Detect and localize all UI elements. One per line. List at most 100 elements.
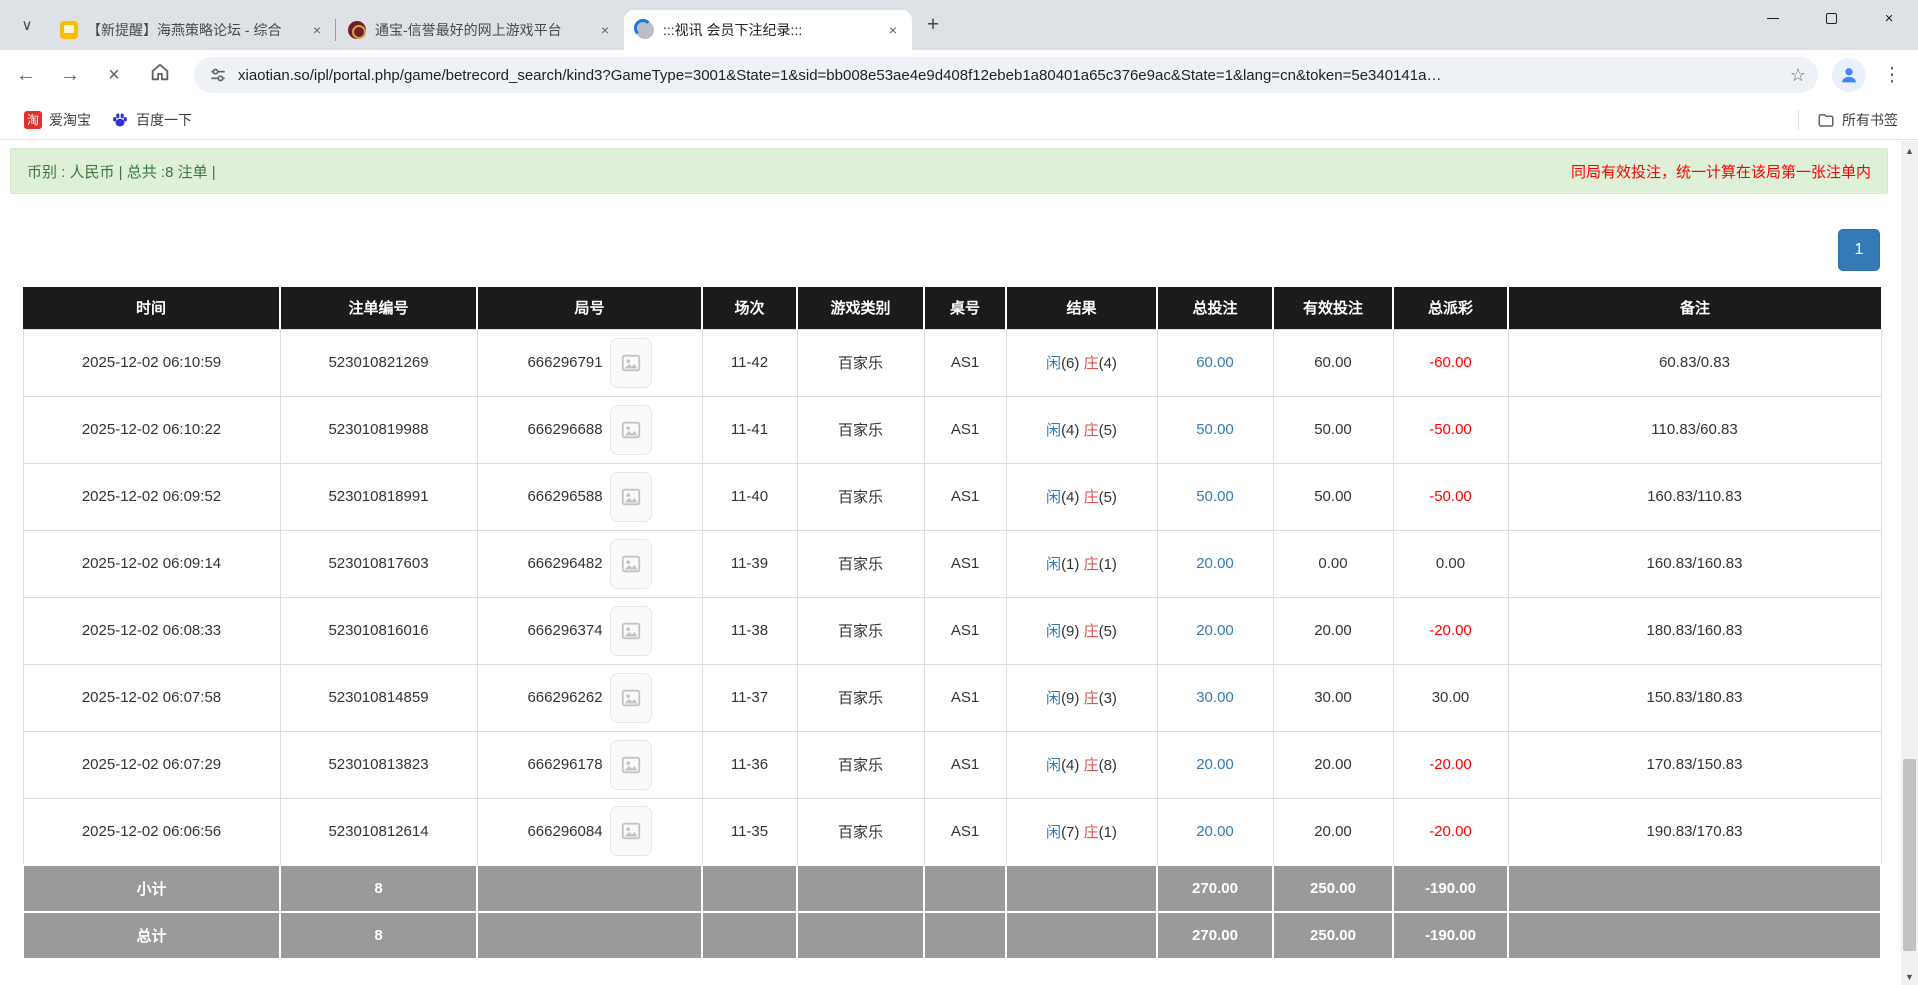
cell-time: 2025-12-02 06:09:52 xyxy=(23,463,280,530)
banker-result: 庄 xyxy=(1084,690,1099,707)
cell-total-bet[interactable]: 20.00 xyxy=(1157,731,1273,798)
back-button[interactable]: ← xyxy=(8,57,44,93)
tab-search-button[interactable]: ∨ xyxy=(12,10,42,40)
cell-result: 闲(6) 庄(4) xyxy=(1006,329,1157,396)
pagination-page-1-button[interactable]: 1 xyxy=(1838,229,1880,271)
cell-table-no: AS1 xyxy=(924,463,1006,530)
chevron-down-icon: ∨ xyxy=(22,17,33,34)
cell-round: 666296588 xyxy=(477,463,702,530)
cell-time: 2025-12-02 06:07:58 xyxy=(23,664,280,731)
cell-result: 闲(4) 庄(5) xyxy=(1006,396,1157,463)
cell-valid-bet: 20.00 xyxy=(1273,597,1393,664)
cell-total-bet[interactable]: 20.00 xyxy=(1157,530,1273,597)
close-icon[interactable]: × xyxy=(596,21,614,39)
page-scrollbar[interactable]: ▲ ▼ xyxy=(1901,141,1918,985)
url-text[interactable]: xiaotian.so/ipl/portal.php/game/betrecor… xyxy=(238,67,1782,84)
cell-note: 160.83/160.83 xyxy=(1508,530,1881,597)
table-row: 2025-12-02 06:07:58523010814859666296262… xyxy=(23,664,1881,731)
table-row: 2025-12-02 06:10:22523010819988 666296688… xyxy=(23,396,1881,463)
round-image-placeholder xyxy=(610,539,652,589)
table-row: 2025-12-02 06:09:52523010818991666296588… xyxy=(23,463,1881,530)
cell-payout: -50.00 xyxy=(1393,463,1508,530)
cell-game-type: 百家乐 xyxy=(797,530,924,597)
browser-menu-button[interactable]: ⋮ xyxy=(1876,59,1908,91)
close-icon[interactable]: × xyxy=(884,21,902,39)
cell-bet-id: 523010819988 xyxy=(280,396,477,463)
summary-empty xyxy=(924,912,1006,959)
round-number: 666296688 xyxy=(527,421,602,438)
address-bar[interactable]: xiaotian.so/ipl/portal.php/game/betrecor… xyxy=(194,57,1818,93)
cell-total-bet[interactable]: 20.00 xyxy=(1157,798,1273,865)
home-button[interactable] xyxy=(142,57,178,93)
forward-button[interactable]: → xyxy=(52,57,88,93)
close-window-button[interactable]: × xyxy=(1860,0,1918,36)
round-image-placeholder xyxy=(610,673,652,723)
cell-total-bet[interactable]: 60.00 xyxy=(1157,329,1273,396)
cell-total-bet[interactable]: 50.00 xyxy=(1157,396,1273,463)
broken-image-icon xyxy=(620,352,642,374)
broken-image-icon xyxy=(620,419,642,441)
cell-table-no: AS1 xyxy=(924,664,1006,731)
cell-session: 11-42 xyxy=(702,329,797,396)
minimize-button[interactable] xyxy=(1744,0,1802,36)
baidu-paw-icon xyxy=(111,111,129,129)
cell-time: 2025-12-02 06:10:22 xyxy=(23,396,280,463)
maximize-button[interactable] xyxy=(1802,0,1860,36)
cell-session: 11-39 xyxy=(702,530,797,597)
cell-note: 60.83/0.83 xyxy=(1508,329,1881,396)
tab-forum[interactable]: 【新提醒】海燕策略论坛 - 综合 × xyxy=(48,10,336,50)
maximize-icon xyxy=(1826,13,1837,24)
summary-valid-bet: 250.00 xyxy=(1273,912,1393,959)
site-settings-icon[interactable] xyxy=(208,65,228,85)
cell-total-bet[interactable]: 30.00 xyxy=(1157,664,1273,731)
bet-records-table: 时间注单编号局号场次游戏类别桌号结果总投注有效投注总派彩备注 2025-12-0… xyxy=(22,287,1882,960)
cell-round: 666296374 xyxy=(477,597,702,664)
browser-toolbar: ← → × xiaotian.so/ipl/portal.php/game/be… xyxy=(0,50,1918,100)
all-bookmarks-button[interactable]: 所有书签 xyxy=(1807,105,1908,135)
table-row: 2025-12-02 06:07:29523010813823666296178… xyxy=(23,731,1881,798)
cell-table-no: AS1 xyxy=(924,597,1006,664)
scroll-up-icon: ▲ xyxy=(1905,146,1914,156)
bookmark-baidu[interactable]: 百度一下 xyxy=(101,105,202,135)
cell-session: 11-37 xyxy=(702,664,797,731)
cell-total-bet[interactable]: 50.00 xyxy=(1157,463,1273,530)
cell-round: 666296178 xyxy=(477,731,702,798)
broken-image-icon xyxy=(620,486,642,508)
scrollbar-thumb[interactable] xyxy=(1903,759,1916,951)
scroll-up-button[interactable]: ▲ xyxy=(1901,143,1918,160)
cell-bet-id: 523010812614 xyxy=(280,798,477,865)
cell-round: 666296791 xyxy=(477,329,702,396)
round-image-placeholder xyxy=(610,806,652,856)
tab-bet-records[interactable]: :::视讯 会员下注纪录::: × xyxy=(624,10,912,50)
cell-table-no: AS1 xyxy=(924,731,1006,798)
forum-favicon-icon xyxy=(60,21,78,39)
close-icon[interactable]: × xyxy=(308,21,326,39)
player-result: 闲 xyxy=(1046,556,1061,573)
column-header: 总派彩 xyxy=(1393,287,1508,329)
cell-valid-bet: 20.00 xyxy=(1273,731,1393,798)
round-number: 666296791 xyxy=(527,354,602,371)
stop-button[interactable]: × xyxy=(96,57,132,93)
scroll-down-button[interactable]: ▼ xyxy=(1901,968,1918,985)
cell-round: 666296688 xyxy=(477,396,702,463)
cell-total-bet[interactable]: 20.00 xyxy=(1157,597,1273,664)
column-header: 备注 xyxy=(1508,287,1881,329)
column-header: 局号 xyxy=(477,287,702,329)
cell-bet-id: 523010813823 xyxy=(280,731,477,798)
summary-valid-bet: 250.00 xyxy=(1273,865,1393,912)
broken-image-icon xyxy=(620,553,642,575)
tab-tongbao[interactable]: 通宝-信誉最好的网上游戏平台 × xyxy=(336,10,624,50)
cell-result: 闲(4) 庄(5) xyxy=(1006,463,1157,530)
profile-avatar-button[interactable] xyxy=(1832,58,1866,92)
new-tab-button[interactable]: + xyxy=(918,10,948,40)
summary-count: 8 xyxy=(280,912,477,959)
bookmark-taobao[interactable]: 淘 爱淘宝 xyxy=(14,105,101,135)
table-row: 2025-12-02 06:06:56523010812614666296084… xyxy=(23,798,1881,865)
folder-icon xyxy=(1817,111,1835,129)
summary-total-bet: 270.00 xyxy=(1157,865,1273,912)
cell-note: 160.83/110.83 xyxy=(1508,463,1881,530)
bookmark-star-button[interactable]: ☆ xyxy=(1790,65,1806,86)
summary-empty xyxy=(1508,912,1881,959)
cell-bet-id: 523010821269 xyxy=(280,329,477,396)
summary-empty xyxy=(1508,865,1881,912)
